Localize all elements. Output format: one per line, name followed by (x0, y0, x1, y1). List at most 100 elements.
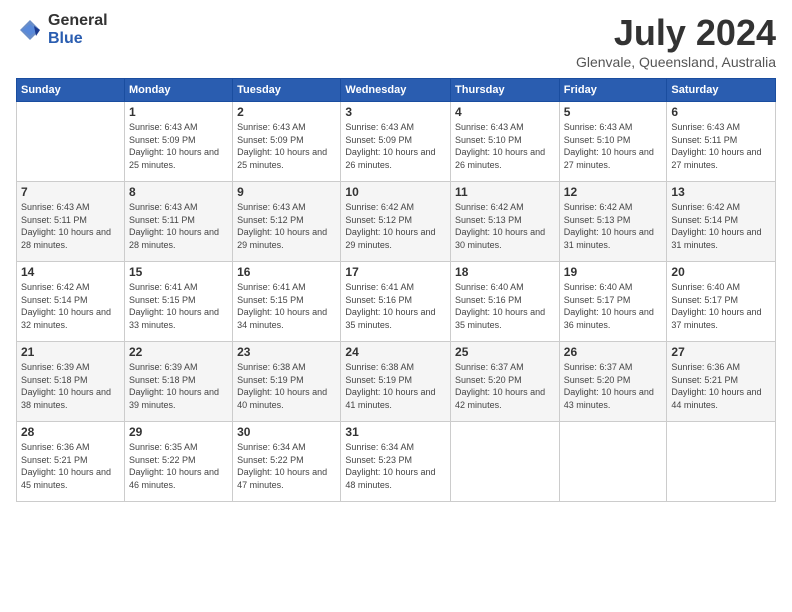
day-number: 13 (671, 185, 771, 199)
day-number: 10 (345, 185, 446, 199)
calendar-week-1: 1 Sunrise: 6:43 AMSunset: 5:09 PMDayligh… (17, 102, 776, 182)
calendar-cell: 24 Sunrise: 6:38 AMSunset: 5:19 PMDaylig… (341, 342, 451, 422)
calendar-cell: 29 Sunrise: 6:35 AMSunset: 5:22 PMDaylig… (124, 422, 232, 502)
header-wednesday: Wednesday (341, 79, 451, 102)
day-number: 18 (455, 265, 555, 279)
calendar-cell: 26 Sunrise: 6:37 AMSunset: 5:20 PMDaylig… (559, 342, 667, 422)
calendar-cell: 5 Sunrise: 6:43 AMSunset: 5:10 PMDayligh… (559, 102, 667, 182)
calendar-cell: 12 Sunrise: 6:42 AMSunset: 5:13 PMDaylig… (559, 182, 667, 262)
day-number: 15 (129, 265, 228, 279)
day-number: 19 (564, 265, 663, 279)
calendar-cell: 22 Sunrise: 6:39 AMSunset: 5:18 PMDaylig… (124, 342, 232, 422)
calendar-page: General Blue July 2024 Glenvale, Queensl… (0, 0, 792, 612)
calendar-cell: 17 Sunrise: 6:41 AMSunset: 5:16 PMDaylig… (341, 262, 451, 342)
calendar-cell (559, 422, 667, 502)
header-friday: Friday (559, 79, 667, 102)
day-info: Sunrise: 6:36 AMSunset: 5:21 PMDaylight:… (671, 361, 771, 411)
day-number: 21 (21, 345, 120, 359)
day-info: Sunrise: 6:39 AMSunset: 5:18 PMDaylight:… (21, 361, 120, 411)
day-info: Sunrise: 6:42 AMSunset: 5:12 PMDaylight:… (345, 201, 446, 251)
logo-icon (16, 16, 44, 44)
day-info: Sunrise: 6:40 AMSunset: 5:17 PMDaylight:… (564, 281, 663, 331)
day-info: Sunrise: 6:43 AMSunset: 5:10 PMDaylight:… (564, 121, 663, 171)
day-number: 29 (129, 425, 228, 439)
calendar-cell (451, 422, 560, 502)
calendar-body: 1 Sunrise: 6:43 AMSunset: 5:09 PMDayligh… (17, 102, 776, 502)
calendar-cell: 16 Sunrise: 6:41 AMSunset: 5:15 PMDaylig… (233, 262, 341, 342)
day-number: 4 (455, 105, 555, 119)
calendar-cell: 30 Sunrise: 6:34 AMSunset: 5:22 PMDaylig… (233, 422, 341, 502)
calendar-cell (17, 102, 125, 182)
calendar-week-5: 28 Sunrise: 6:36 AMSunset: 5:21 PMDaylig… (17, 422, 776, 502)
day-info: Sunrise: 6:34 AMSunset: 5:23 PMDaylight:… (345, 441, 446, 491)
day-info: Sunrise: 6:42 AMSunset: 5:14 PMDaylight:… (671, 201, 771, 251)
day-number: 16 (237, 265, 336, 279)
day-info: Sunrise: 6:43 AMSunset: 5:11 PMDaylight:… (671, 121, 771, 171)
day-number: 25 (455, 345, 555, 359)
calendar-cell: 18 Sunrise: 6:40 AMSunset: 5:16 PMDaylig… (451, 262, 560, 342)
day-info: Sunrise: 6:35 AMSunset: 5:22 PMDaylight:… (129, 441, 228, 491)
calendar-cell: 10 Sunrise: 6:42 AMSunset: 5:12 PMDaylig… (341, 182, 451, 262)
header-saturday: Saturday (667, 79, 776, 102)
calendar-cell: 20 Sunrise: 6:40 AMSunset: 5:17 PMDaylig… (667, 262, 776, 342)
day-info: Sunrise: 6:43 AMSunset: 5:12 PMDaylight:… (237, 201, 336, 251)
day-info: Sunrise: 6:36 AMSunset: 5:21 PMDaylight:… (21, 441, 120, 491)
day-info: Sunrise: 6:39 AMSunset: 5:18 PMDaylight:… (129, 361, 228, 411)
calendar-week-3: 14 Sunrise: 6:42 AMSunset: 5:14 PMDaylig… (17, 262, 776, 342)
calendar-cell: 2 Sunrise: 6:43 AMSunset: 5:09 PMDayligh… (233, 102, 341, 182)
month-year: July 2024 (576, 12, 776, 54)
location: Glenvale, Queensland, Australia (576, 54, 776, 70)
day-number: 1 (129, 105, 228, 119)
day-number: 28 (21, 425, 120, 439)
day-info: Sunrise: 6:38 AMSunset: 5:19 PMDaylight:… (237, 361, 336, 411)
calendar-cell: 4 Sunrise: 6:43 AMSunset: 5:10 PMDayligh… (451, 102, 560, 182)
header-thursday: Thursday (451, 79, 560, 102)
title-section: July 2024 Glenvale, Queensland, Australi… (576, 12, 776, 70)
day-info: Sunrise: 6:41 AMSunset: 5:16 PMDaylight:… (345, 281, 446, 331)
calendar-cell: 14 Sunrise: 6:42 AMSunset: 5:14 PMDaylig… (17, 262, 125, 342)
calendar-cell: 23 Sunrise: 6:38 AMSunset: 5:19 PMDaylig… (233, 342, 341, 422)
day-number: 14 (21, 265, 120, 279)
calendar-cell: 13 Sunrise: 6:42 AMSunset: 5:14 PMDaylig… (667, 182, 776, 262)
header: General Blue July 2024 Glenvale, Queensl… (16, 12, 776, 70)
day-info: Sunrise: 6:43 AMSunset: 5:11 PMDaylight:… (21, 201, 120, 251)
calendar-cell: 25 Sunrise: 6:37 AMSunset: 5:20 PMDaylig… (451, 342, 560, 422)
day-info: Sunrise: 6:34 AMSunset: 5:22 PMDaylight:… (237, 441, 336, 491)
day-info: Sunrise: 6:43 AMSunset: 5:11 PMDaylight:… (129, 201, 228, 251)
day-info: Sunrise: 6:37 AMSunset: 5:20 PMDaylight:… (455, 361, 555, 411)
calendar-cell: 6 Sunrise: 6:43 AMSunset: 5:11 PMDayligh… (667, 102, 776, 182)
day-number: 11 (455, 185, 555, 199)
day-info: Sunrise: 6:42 AMSunset: 5:13 PMDaylight:… (564, 201, 663, 251)
calendar-cell: 7 Sunrise: 6:43 AMSunset: 5:11 PMDayligh… (17, 182, 125, 262)
day-info: Sunrise: 6:42 AMSunset: 5:14 PMDaylight:… (21, 281, 120, 331)
calendar-cell: 1 Sunrise: 6:43 AMSunset: 5:09 PMDayligh… (124, 102, 232, 182)
header-monday: Monday (124, 79, 232, 102)
day-number: 6 (671, 105, 771, 119)
calendar-cell: 21 Sunrise: 6:39 AMSunset: 5:18 PMDaylig… (17, 342, 125, 422)
day-info: Sunrise: 6:38 AMSunset: 5:19 PMDaylight:… (345, 361, 446, 411)
day-number: 20 (671, 265, 771, 279)
calendar-cell: 15 Sunrise: 6:41 AMSunset: 5:15 PMDaylig… (124, 262, 232, 342)
day-info: Sunrise: 6:40 AMSunset: 5:16 PMDaylight:… (455, 281, 555, 331)
calendar-cell: 28 Sunrise: 6:36 AMSunset: 5:21 PMDaylig… (17, 422, 125, 502)
day-info: Sunrise: 6:43 AMSunset: 5:09 PMDaylight:… (237, 121, 336, 171)
calendar-cell: 9 Sunrise: 6:43 AMSunset: 5:12 PMDayligh… (233, 182, 341, 262)
calendar-cell: 11 Sunrise: 6:42 AMSunset: 5:13 PMDaylig… (451, 182, 560, 262)
day-number: 2 (237, 105, 336, 119)
day-number: 24 (345, 345, 446, 359)
calendar-cell: 31 Sunrise: 6:34 AMSunset: 5:23 PMDaylig… (341, 422, 451, 502)
day-info: Sunrise: 6:41 AMSunset: 5:15 PMDaylight:… (129, 281, 228, 331)
calendar-cell: 3 Sunrise: 6:43 AMSunset: 5:09 PMDayligh… (341, 102, 451, 182)
day-info: Sunrise: 6:43 AMSunset: 5:09 PMDaylight:… (345, 121, 446, 171)
day-info: Sunrise: 6:43 AMSunset: 5:09 PMDaylight:… (129, 121, 228, 171)
day-info: Sunrise: 6:42 AMSunset: 5:13 PMDaylight:… (455, 201, 555, 251)
day-info: Sunrise: 6:40 AMSunset: 5:17 PMDaylight:… (671, 281, 771, 331)
calendar-cell: 19 Sunrise: 6:40 AMSunset: 5:17 PMDaylig… (559, 262, 667, 342)
header-sunday: Sunday (17, 79, 125, 102)
calendar-week-4: 21 Sunrise: 6:39 AMSunset: 5:18 PMDaylig… (17, 342, 776, 422)
logo-blue: Blue (48, 30, 108, 48)
day-info: Sunrise: 6:41 AMSunset: 5:15 PMDaylight:… (237, 281, 336, 331)
day-number: 5 (564, 105, 663, 119)
logo-text: General Blue (48, 12, 108, 47)
header-row: Sunday Monday Tuesday Wednesday Thursday… (17, 79, 776, 102)
